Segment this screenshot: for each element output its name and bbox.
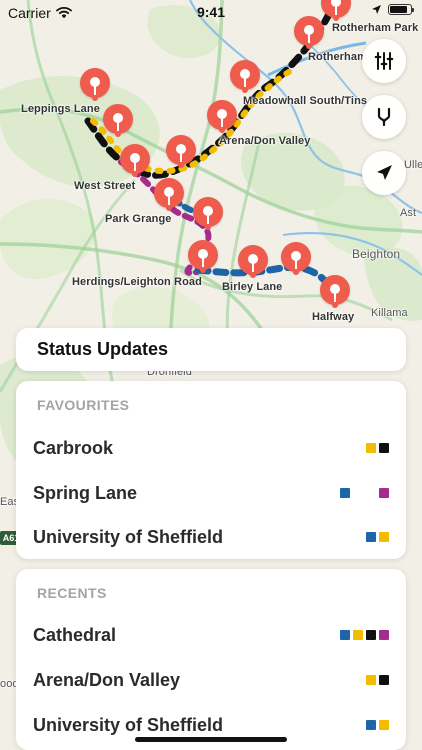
yellow-line-badge [353,630,363,640]
navigation-icon [377,165,392,180]
map-pin-cathedral[interactable] [166,135,196,177]
yellow-line-badge [366,443,376,453]
location-arrow-icon [372,5,381,14]
blue-line-badge [340,488,350,498]
blue-line-badge [366,532,376,542]
stop-name: Carbrook [33,437,114,458]
favourites-section: FAVOURITES Carbrook Spring Lane Universi… [16,381,406,559]
map-pin-herdings[interactable] [188,240,218,282]
map-pin-halfway[interactable] [320,275,350,317]
purple-line-badge [379,488,389,498]
recent-stop-arena-don-valley[interactable]: Arena/Don Valley [33,659,389,701]
map-label-beighton: Beighton [352,247,401,261]
map-label-ulle: Ulle [404,159,422,171]
map-label-herdings: Herdings/Leighton Road [72,276,202,288]
filter-button[interactable] [362,39,406,83]
filter-icon [374,52,394,70]
branch-icon [377,107,391,127]
favourites-title: FAVOURITES [37,397,130,413]
status-updates-title: Status Updates [37,339,169,359]
status-time: 9:41 [196,4,226,20]
map-pin-west-street-north[interactable] [103,104,133,146]
favourite-stop-university-of-sheffield[interactable]: University of Sheffield [33,516,389,558]
map-pin-west-street[interactable] [120,144,150,186]
yellow-line-badge [366,675,376,685]
blue-line-badge [340,630,350,640]
blue-line-badge [366,720,376,730]
stop-name: Arena/Don Valley [33,669,181,690]
stop-name: Cathedral [33,624,117,645]
line-badges [366,675,389,685]
branch-button[interactable] [362,95,406,139]
battery-icon [388,4,414,15]
line-badges [366,720,389,730]
stop-name: University of Sheffield [33,526,224,547]
map-pin-meadowhall[interactable] [230,60,260,102]
status-icons [371,4,414,15]
map-label-meadowhall: Meadowhall South/Tins [243,95,368,107]
location-button[interactable] [362,151,406,195]
home-indicator[interactable] [135,737,287,742]
line-badges [340,630,389,640]
map-label-ast: Ast [400,207,417,219]
yellow-line-badge [379,720,389,730]
black-line-badge [379,675,389,685]
yellow-line-badge [379,532,389,542]
recents-title: RECENTS [37,585,107,601]
map-pin-beighton-route[interactable] [281,242,311,284]
stop-name: Spring Lane [33,482,138,503]
status-updates-card[interactable]: Status Updates [16,328,406,371]
map-label-killama: Killama [371,307,408,319]
purple-line-badge [379,630,389,640]
map-pin-birley-lane[interactable] [238,245,268,287]
app-screen: Rotherham Park Rotherham Leppings Lane M… [0,0,422,750]
favourite-stop-spring-lane[interactable]: Spring Lane [33,472,389,514]
recent-stop-cathedral[interactable]: Cathedral [33,614,389,656]
map-pin-park-grange-west[interactable] [154,178,184,220]
map-pin-arena-don-valley[interactable] [207,100,237,142]
black-line-badge [366,630,376,640]
map-pin-park-grange[interactable] [193,197,223,239]
black-line-badge [379,443,389,453]
status-bar: Carrier 9:41 [0,0,422,24]
favourite-stop-carbrook[interactable]: Carbrook [33,427,389,469]
recents-section: RECENTS Cathedral Arena/Don Valley Unive… [16,569,406,750]
line-badges [366,443,389,453]
line-badges [366,532,389,542]
line-badges [340,488,389,498]
stop-name: University of Sheffield [33,714,224,735]
